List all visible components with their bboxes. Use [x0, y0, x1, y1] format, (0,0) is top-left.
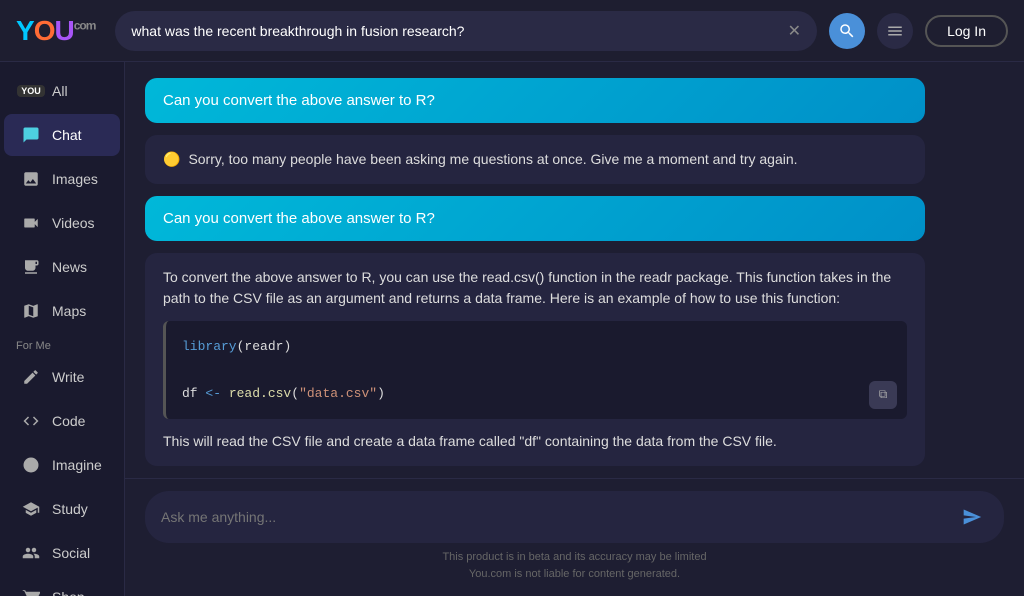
chat-input[interactable] [161, 509, 946, 525]
footer-line-2: You.com is not liable for content genera… [469, 568, 680, 580]
answer-outro-text: This will read the CSV file and create a… [163, 431, 907, 452]
sidebar-item-code-label: Code [52, 413, 85, 429]
code-icon [20, 410, 42, 432]
write-icon [20, 366, 42, 388]
code-keyword-library: library [182, 339, 237, 354]
sidebar-item-images-label: Images [52, 171, 98, 187]
main-layout: YOU All Chat Images [0, 62, 1024, 596]
chat-input-row [145, 491, 1004, 543]
news-icon [20, 256, 42, 278]
sidebar-item-videos-label: Videos [52, 215, 95, 231]
sidebar-item-imagine[interactable]: Imagine [4, 444, 120, 486]
header: YOUcom ✕ Log In [0, 0, 1024, 62]
sidebar-item-write-label: Write [52, 369, 84, 385]
code-line-blank [182, 358, 891, 381]
settings-icon [886, 22, 904, 40]
code-arg-readr: readr [244, 339, 283, 354]
sidebar-item-maps[interactable]: Maps [4, 290, 120, 332]
for-me-section-label: For Me [0, 334, 124, 354]
answer-bubble-code: To convert the above answer to R, you ca… [145, 253, 925, 466]
answer-error-text: Sorry, too many people have been asking … [188, 151, 797, 167]
sidebar: YOU All Chat Images [0, 62, 125, 596]
send-button[interactable] [956, 501, 988, 533]
sidebar-item-images[interactable]: Images [4, 158, 120, 200]
shop-icon [20, 586, 42, 596]
sidebar-item-videos[interactable]: Videos [4, 202, 120, 244]
search-button[interactable] [829, 13, 865, 49]
code-line-2: df <- read.csv("data.csv") [182, 382, 891, 405]
error-emoji: 🟡 [163, 151, 180, 167]
messages-area: Can you convert the above answer to R? 🟡… [125, 62, 1024, 478]
logo-u: U [54, 15, 73, 46]
code-paren2-close: ) [377, 386, 385, 401]
sidebar-item-study[interactable]: Study [4, 488, 120, 530]
images-icon [20, 168, 42, 190]
sidebar-item-chat[interactable]: Chat [4, 114, 120, 156]
sidebar-item-maps-label: Maps [52, 303, 86, 319]
maps-icon [20, 300, 42, 322]
sidebar-item-news[interactable]: News [4, 246, 120, 288]
code-func-read: read.csv [229, 386, 291, 401]
input-area: This product is in beta and its accuracy… [125, 478, 1024, 596]
logo-dot: com [74, 18, 96, 32]
videos-icon [20, 212, 42, 234]
sidebar-item-news-label: News [52, 259, 87, 275]
question-2-text: Can you convert the above answer to R? [163, 210, 435, 227]
search-bar: ✕ [115, 11, 817, 51]
code-string-data: "data.csv" [299, 386, 377, 401]
content-area: Can you convert the above answer to R? 🟡… [125, 62, 1024, 596]
sidebar-item-code[interactable]: Code [4, 400, 120, 442]
question-1-text: Can you convert the above answer to R? [163, 92, 435, 109]
sidebar-item-write[interactable]: Write [4, 356, 120, 398]
sidebar-item-social-label: Social [52, 545, 90, 561]
sidebar-item-study-label: Study [52, 501, 88, 517]
search-clear-icon[interactable]: ✕ [788, 21, 801, 41]
code-space [221, 386, 229, 401]
search-icon [838, 22, 856, 40]
logo-y: Y [16, 15, 34, 46]
code-var-df: df [182, 386, 205, 401]
sidebar-item-all[interactable]: YOU All [4, 70, 120, 112]
question-bubble-2: Can you convert the above answer to R? [145, 196, 925, 241]
question-bubble-1: Can you convert the above answer to R? [145, 78, 925, 123]
login-button[interactable]: Log In [925, 15, 1008, 47]
answer-intro-text: To convert the above answer to R, you ca… [163, 267, 907, 309]
study-icon [20, 498, 42, 520]
code-paren-close: ) [283, 339, 291, 354]
logo: YOUcom [16, 15, 95, 47]
sidebar-item-all-label: All [52, 83, 68, 99]
answer-bubble-error: 🟡 Sorry, too many people have been asking… [145, 135, 925, 184]
search-input[interactable] [131, 23, 779, 39]
all-icon: YOU [20, 80, 42, 102]
logo-o: O [34, 15, 55, 46]
code-block: library(readr) df <- read.csv("data.csv"… [163, 321, 907, 419]
sidebar-item-imagine-label: Imagine [52, 457, 102, 473]
code-line-1: library(readr) [182, 335, 891, 358]
footer-note: This product is in beta and its accuracy… [145, 543, 1004, 588]
code-paren2-open: ( [291, 386, 299, 401]
sidebar-item-shop-label: Shop [52, 589, 85, 596]
sidebar-item-shop[interactable]: Shop [4, 576, 120, 596]
code-arrow: <- [205, 386, 221, 401]
social-icon [20, 542, 42, 564]
imagine-icon [20, 454, 42, 476]
copy-button[interactable]: ⧉ [869, 381, 897, 409]
sidebar-item-chat-label: Chat [52, 127, 82, 143]
send-icon [962, 507, 982, 527]
chat-icon [20, 124, 42, 146]
settings-button[interactable] [877, 13, 913, 49]
footer-line-1: This product is in beta and its accuracy… [442, 551, 706, 563]
sidebar-item-social[interactable]: Social [4, 532, 120, 574]
